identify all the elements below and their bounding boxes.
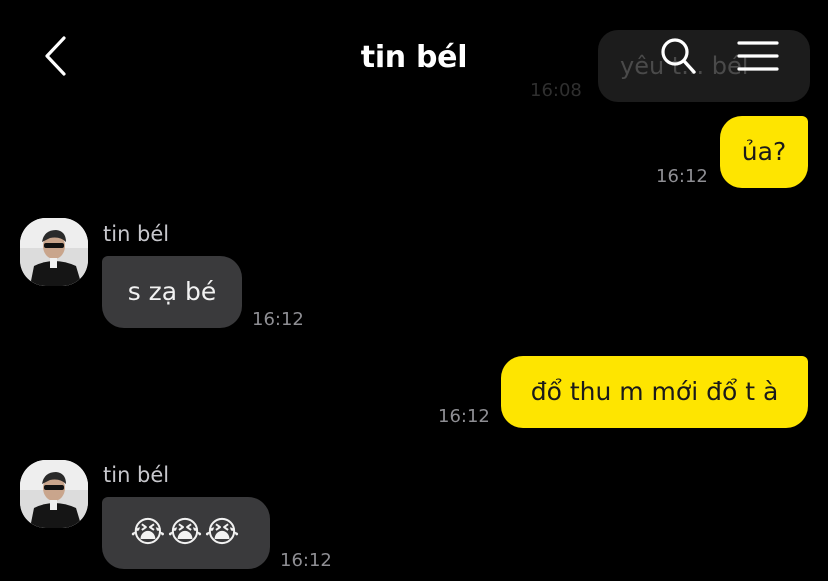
avatar[interactable] — [20, 218, 88, 286]
message-text: s zạ bé — [127, 277, 217, 306]
sender-name: tin bél — [103, 463, 170, 487]
chat-title: tin bél — [360, 40, 468, 75]
message-bubble-theirs[interactable]: 😭😭😭 — [102, 497, 270, 569]
message-text: đổ thu m mới đổ t à — [530, 377, 779, 406]
search-icon — [658, 36, 698, 80]
message-text: 😭😭😭 — [130, 515, 242, 550]
avatar-photo — [20, 460, 88, 528]
search-button[interactable] — [654, 34, 702, 82]
sender-name: tin bél — [103, 222, 170, 246]
avatar[interactable] — [20, 460, 88, 528]
message-timestamp: 16:12 — [280, 550, 332, 571]
message-text: ủa? — [741, 137, 787, 166]
message-timestamp: 16:12 — [252, 309, 304, 330]
hamburger-menu-icon — [737, 39, 779, 77]
menu-button[interactable] — [734, 36, 782, 80]
message-bubble-mine[interactable]: ủa? — [720, 116, 808, 188]
message-bubble-mine[interactable]: đổ thu m mới đổ t à — [501, 356, 808, 428]
message-timestamp: 16:08 — [530, 80, 582, 101]
message-bubble-theirs[interactable]: s zạ bé — [102, 256, 242, 328]
message-timestamp: 16:12 — [438, 406, 490, 427]
avatar-photo — [20, 218, 88, 286]
message-timestamp: 16:12 — [656, 166, 708, 187]
